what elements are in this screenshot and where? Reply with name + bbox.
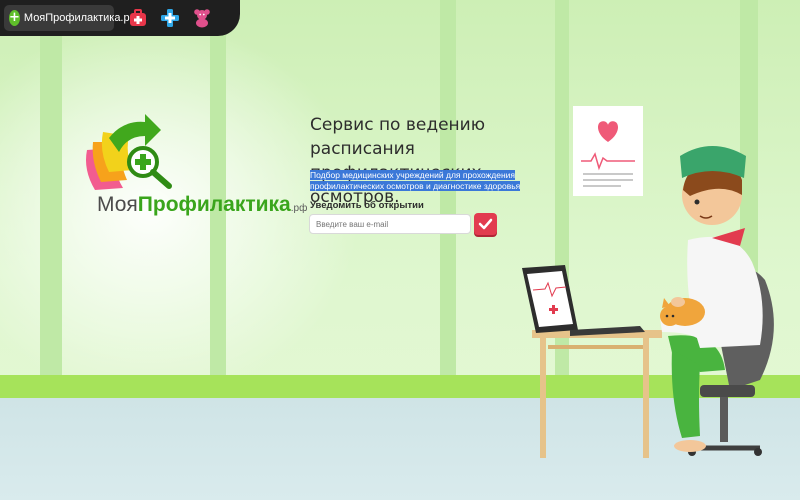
desk-leg [540,338,546,458]
chair-seat [700,385,755,397]
desk-leg [643,338,649,458]
doctor-illustration [522,146,774,458]
desk-rail [548,345,643,349]
